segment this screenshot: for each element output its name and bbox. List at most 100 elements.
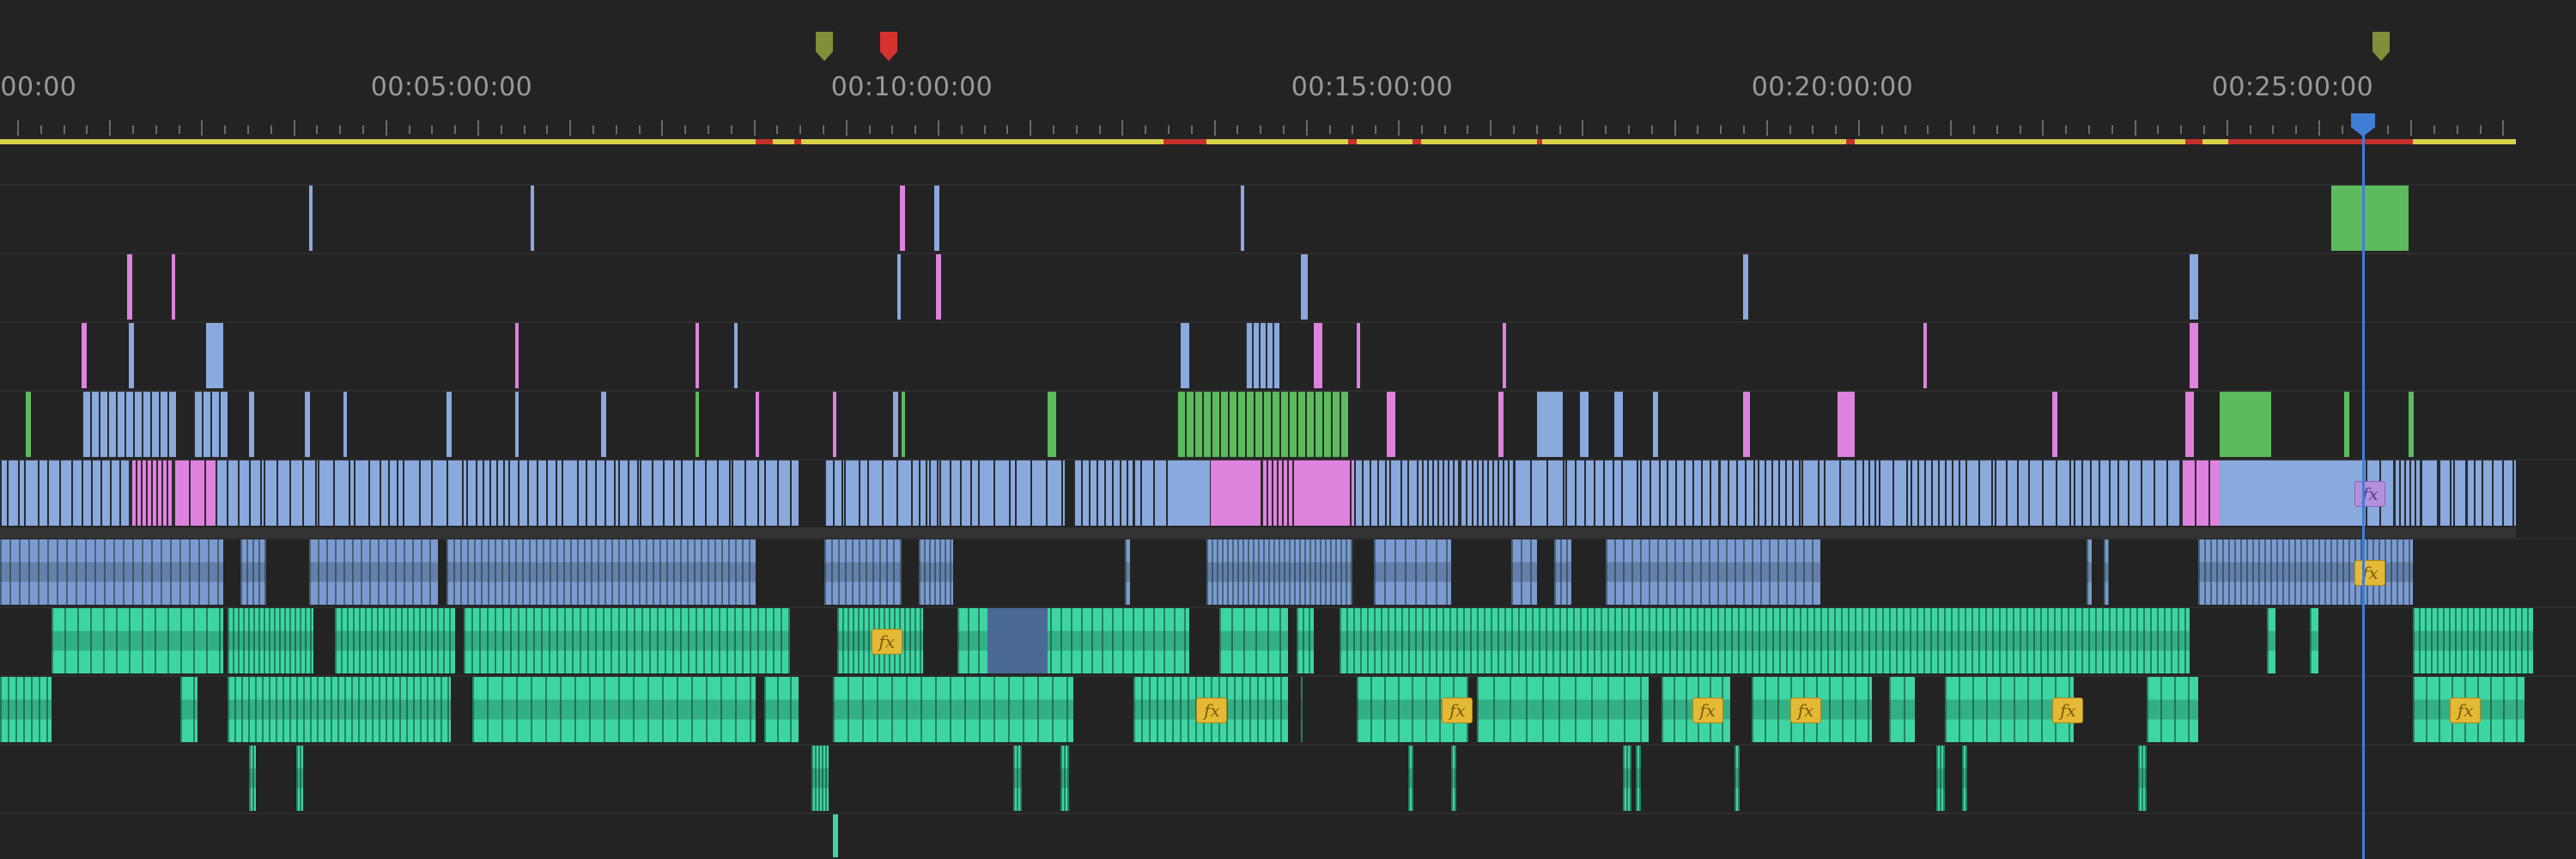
audio-clip[interactable] xyxy=(0,539,223,605)
audio-clip[interactable] xyxy=(1554,539,1571,605)
audio-clip[interactable] xyxy=(2310,608,2318,673)
fx-icon[interactable]: fx xyxy=(1442,698,1473,723)
video-clip[interactable] xyxy=(1580,392,1589,457)
video-clip[interactable] xyxy=(1862,460,1879,526)
video-clip[interactable] xyxy=(1911,460,1965,526)
video-clip[interactable] xyxy=(2482,460,2516,526)
audio-clip[interactable] xyxy=(1636,746,1641,811)
video-clip[interactable] xyxy=(305,392,310,457)
video-clip[interactable] xyxy=(2074,460,2081,526)
video-clip[interactable] xyxy=(929,460,939,526)
video-clip[interactable] xyxy=(1176,392,1348,457)
video-clip[interactable] xyxy=(131,460,173,526)
video-clip[interactable] xyxy=(939,460,978,526)
audio-clip[interactable] xyxy=(1477,677,1649,742)
audio-clip[interactable] xyxy=(1374,539,1451,605)
audio-clip[interactable] xyxy=(296,746,303,811)
fx-icon[interactable]: fx xyxy=(1692,698,1723,723)
audio-clip[interactable] xyxy=(919,539,953,605)
video-clip[interactable] xyxy=(1758,460,1801,526)
video-clip[interactable] xyxy=(844,460,867,526)
audio-clip[interactable] xyxy=(1606,539,1820,605)
video-clip[interactable] xyxy=(902,392,905,457)
video-clip[interactable] xyxy=(1498,392,1504,457)
audio-clip[interactable] xyxy=(811,746,829,811)
video-clip[interactable] xyxy=(756,392,759,457)
marker-icon[interactable] xyxy=(879,31,898,62)
video-clip[interactable] xyxy=(893,392,898,457)
video-clip[interactable] xyxy=(1417,460,1460,526)
audio-clip[interactable] xyxy=(228,677,451,742)
audio-clip[interactable] xyxy=(1297,608,1314,673)
video-clip[interactable] xyxy=(127,254,132,320)
video-clip[interactable] xyxy=(586,460,618,526)
video-clip[interactable] xyxy=(1301,254,1308,320)
sequence-timeline[interactable]: 00:00:00 00:05:00:00 00:10:00:00 00:15:0… xyxy=(0,0,2576,859)
audio-clip[interactable] xyxy=(228,608,313,673)
audio-clip[interactable] xyxy=(2087,539,2092,605)
video-clip[interactable] xyxy=(1472,460,1514,526)
video-clip[interactable] xyxy=(447,392,452,457)
fx-icon[interactable]: fx xyxy=(2052,698,2084,723)
audio-clip[interactable] xyxy=(240,539,266,605)
audio-clip[interactable] xyxy=(1511,539,1537,605)
audio-clip[interactable] xyxy=(180,677,197,742)
time-ruler[interactable]: 00:00:00 00:05:00:00 00:10:00:00 00:15:0… xyxy=(0,0,2576,168)
audio-clip[interactable] xyxy=(1889,677,1915,742)
video-clip[interactable] xyxy=(2099,460,2117,526)
video-clip[interactable] xyxy=(824,460,844,526)
video-clip[interactable] xyxy=(7,460,24,526)
video-clip[interactable] xyxy=(1537,392,1563,457)
video-clip[interactable] xyxy=(1965,460,1995,526)
video-clip[interactable] xyxy=(1211,460,1254,526)
video-clip[interactable] xyxy=(897,254,901,320)
audio-clip[interactable] xyxy=(0,677,52,742)
video-clip[interactable] xyxy=(833,392,836,457)
audio-clip[interactable] xyxy=(1206,539,1352,605)
audio-clip[interactable] xyxy=(309,539,438,605)
video-clip[interactable] xyxy=(1354,460,1389,526)
video-clip[interactable] xyxy=(318,460,354,526)
video-clip[interactable] xyxy=(380,460,403,526)
video-clip[interactable] xyxy=(2190,254,2198,320)
video-clip[interactable] xyxy=(1133,460,1140,526)
audio-clip[interactable] xyxy=(335,608,455,673)
audio-clip[interactable] xyxy=(1013,746,1022,811)
fx-icon[interactable]: fx xyxy=(871,629,902,655)
video-clip[interactable] xyxy=(1923,323,1927,388)
video-clip[interactable] xyxy=(343,392,347,457)
video-clip[interactable] xyxy=(1241,186,1244,251)
video-clip[interactable] xyxy=(1503,323,1506,388)
video-clip[interactable] xyxy=(734,323,738,388)
video-clip[interactable] xyxy=(696,392,699,457)
video-clip[interactable] xyxy=(2220,392,2271,457)
video-clip[interactable] xyxy=(2128,460,2181,526)
video-clip[interactable] xyxy=(1514,460,1565,526)
video-clip[interactable] xyxy=(934,186,939,251)
video-clip[interactable] xyxy=(24,460,47,526)
video-clip[interactable] xyxy=(1181,323,1189,388)
video-clip[interactable] xyxy=(1387,392,1395,457)
video-clip[interactable] xyxy=(82,392,176,457)
video-clip[interactable] xyxy=(2453,460,2466,526)
video-clip[interactable] xyxy=(1168,460,1206,526)
video-clip[interactable] xyxy=(562,460,586,526)
fx-icon[interactable]: fx xyxy=(2450,698,2482,723)
video-clip[interactable] xyxy=(47,460,82,526)
video-clip[interactable] xyxy=(978,460,1015,526)
video-clip[interactable] xyxy=(476,460,508,526)
audio-clip[interactable] xyxy=(1451,746,1456,811)
video-clip[interactable] xyxy=(2344,392,2349,457)
audio-clip[interactable] xyxy=(824,539,902,605)
audio-clip[interactable] xyxy=(2267,608,2275,673)
video-clip[interactable] xyxy=(936,254,941,320)
video-clip[interactable] xyxy=(0,460,7,526)
audio-clip[interactable] xyxy=(52,608,223,673)
video-clip[interactable] xyxy=(764,460,799,526)
video-clip[interactable] xyxy=(82,460,131,526)
video-clip[interactable] xyxy=(1824,460,1862,526)
audio-clip[interactable] xyxy=(1125,539,1130,605)
video-clip[interactable] xyxy=(2394,460,2421,526)
video-clip[interactable] xyxy=(515,323,519,388)
video-clip[interactable] xyxy=(309,186,313,251)
